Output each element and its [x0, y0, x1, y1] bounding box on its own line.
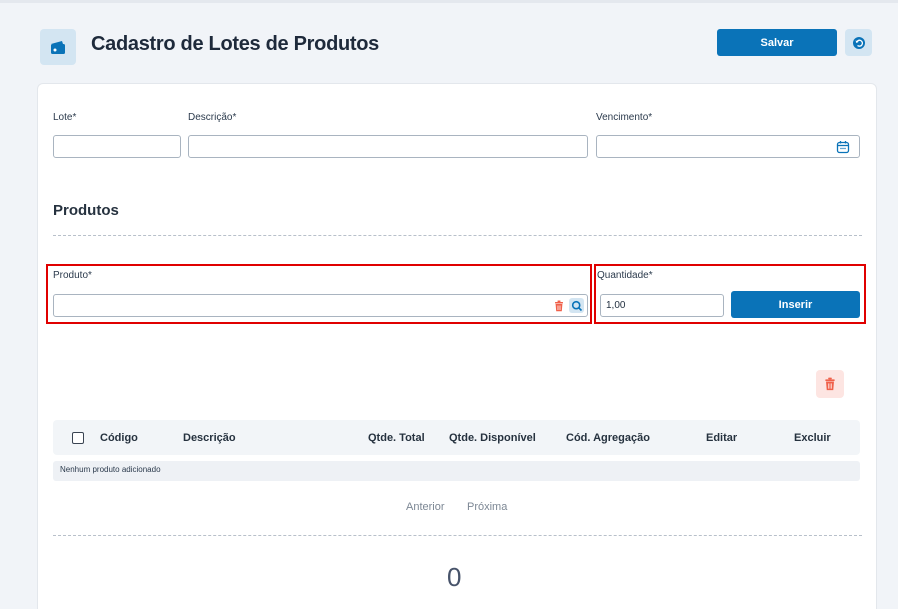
search-icon[interactable] [569, 298, 584, 313]
column-excluir: Excluir [794, 432, 831, 444]
column-descricao[interactable]: Descrição [183, 432, 236, 444]
delete-selected-icon[interactable] [816, 370, 844, 398]
produto-label: Produto* [53, 270, 92, 281]
empty-table-message: Nenhum produto adicionado [53, 461, 860, 481]
lote-input[interactable] [53, 135, 181, 158]
insert-button[interactable]: Inserir [731, 291, 860, 318]
column-cod-agregacao[interactable]: Cód. Agregação [566, 432, 650, 444]
column-editar: Editar [706, 432, 738, 444]
column-qtde-disponivel[interactable]: Qtde. Disponível [449, 432, 536, 444]
top-border [0, 0, 898, 3]
calendar-icon[interactable] [836, 140, 850, 154]
quantidade-input[interactable]: 1,00 [600, 294, 724, 317]
page-title: Cadastro de Lotes de Produtos [91, 33, 380, 55]
descricao-label: Descrição* [188, 112, 237, 123]
column-codigo[interactable]: Código [100, 432, 138, 444]
clear-trash-icon[interactable] [551, 298, 566, 313]
footer-divider [53, 535, 862, 536]
quantidade-label: Quantidade* [597, 270, 653, 281]
previous-page-link[interactable]: Anterior [406, 501, 445, 513]
lote-label: Lote* [53, 112, 77, 123]
descricao-input[interactable] [188, 135, 588, 158]
produto-input[interactable] [53, 294, 588, 317]
total-count: 0 [447, 562, 462, 592]
vencimento-input[interactable] [596, 135, 860, 158]
next-page-link[interactable]: Próxima [467, 501, 507, 513]
select-all-checkbox[interactable] [72, 432, 84, 444]
produtos-section-title: Produtos [53, 202, 119, 219]
form-card [37, 83, 877, 609]
wallet-icon [40, 29, 76, 65]
table-header: Código Descrição Qtde. Total Qtde. Dispo… [53, 420, 860, 455]
save-button[interactable]: Salvar [717, 29, 837, 56]
undo-icon[interactable] [845, 29, 872, 56]
vencimento-label: Vencimento* [596, 112, 653, 123]
column-qtde-total[interactable]: Qtde. Total [368, 432, 425, 444]
section-divider [53, 235, 862, 236]
